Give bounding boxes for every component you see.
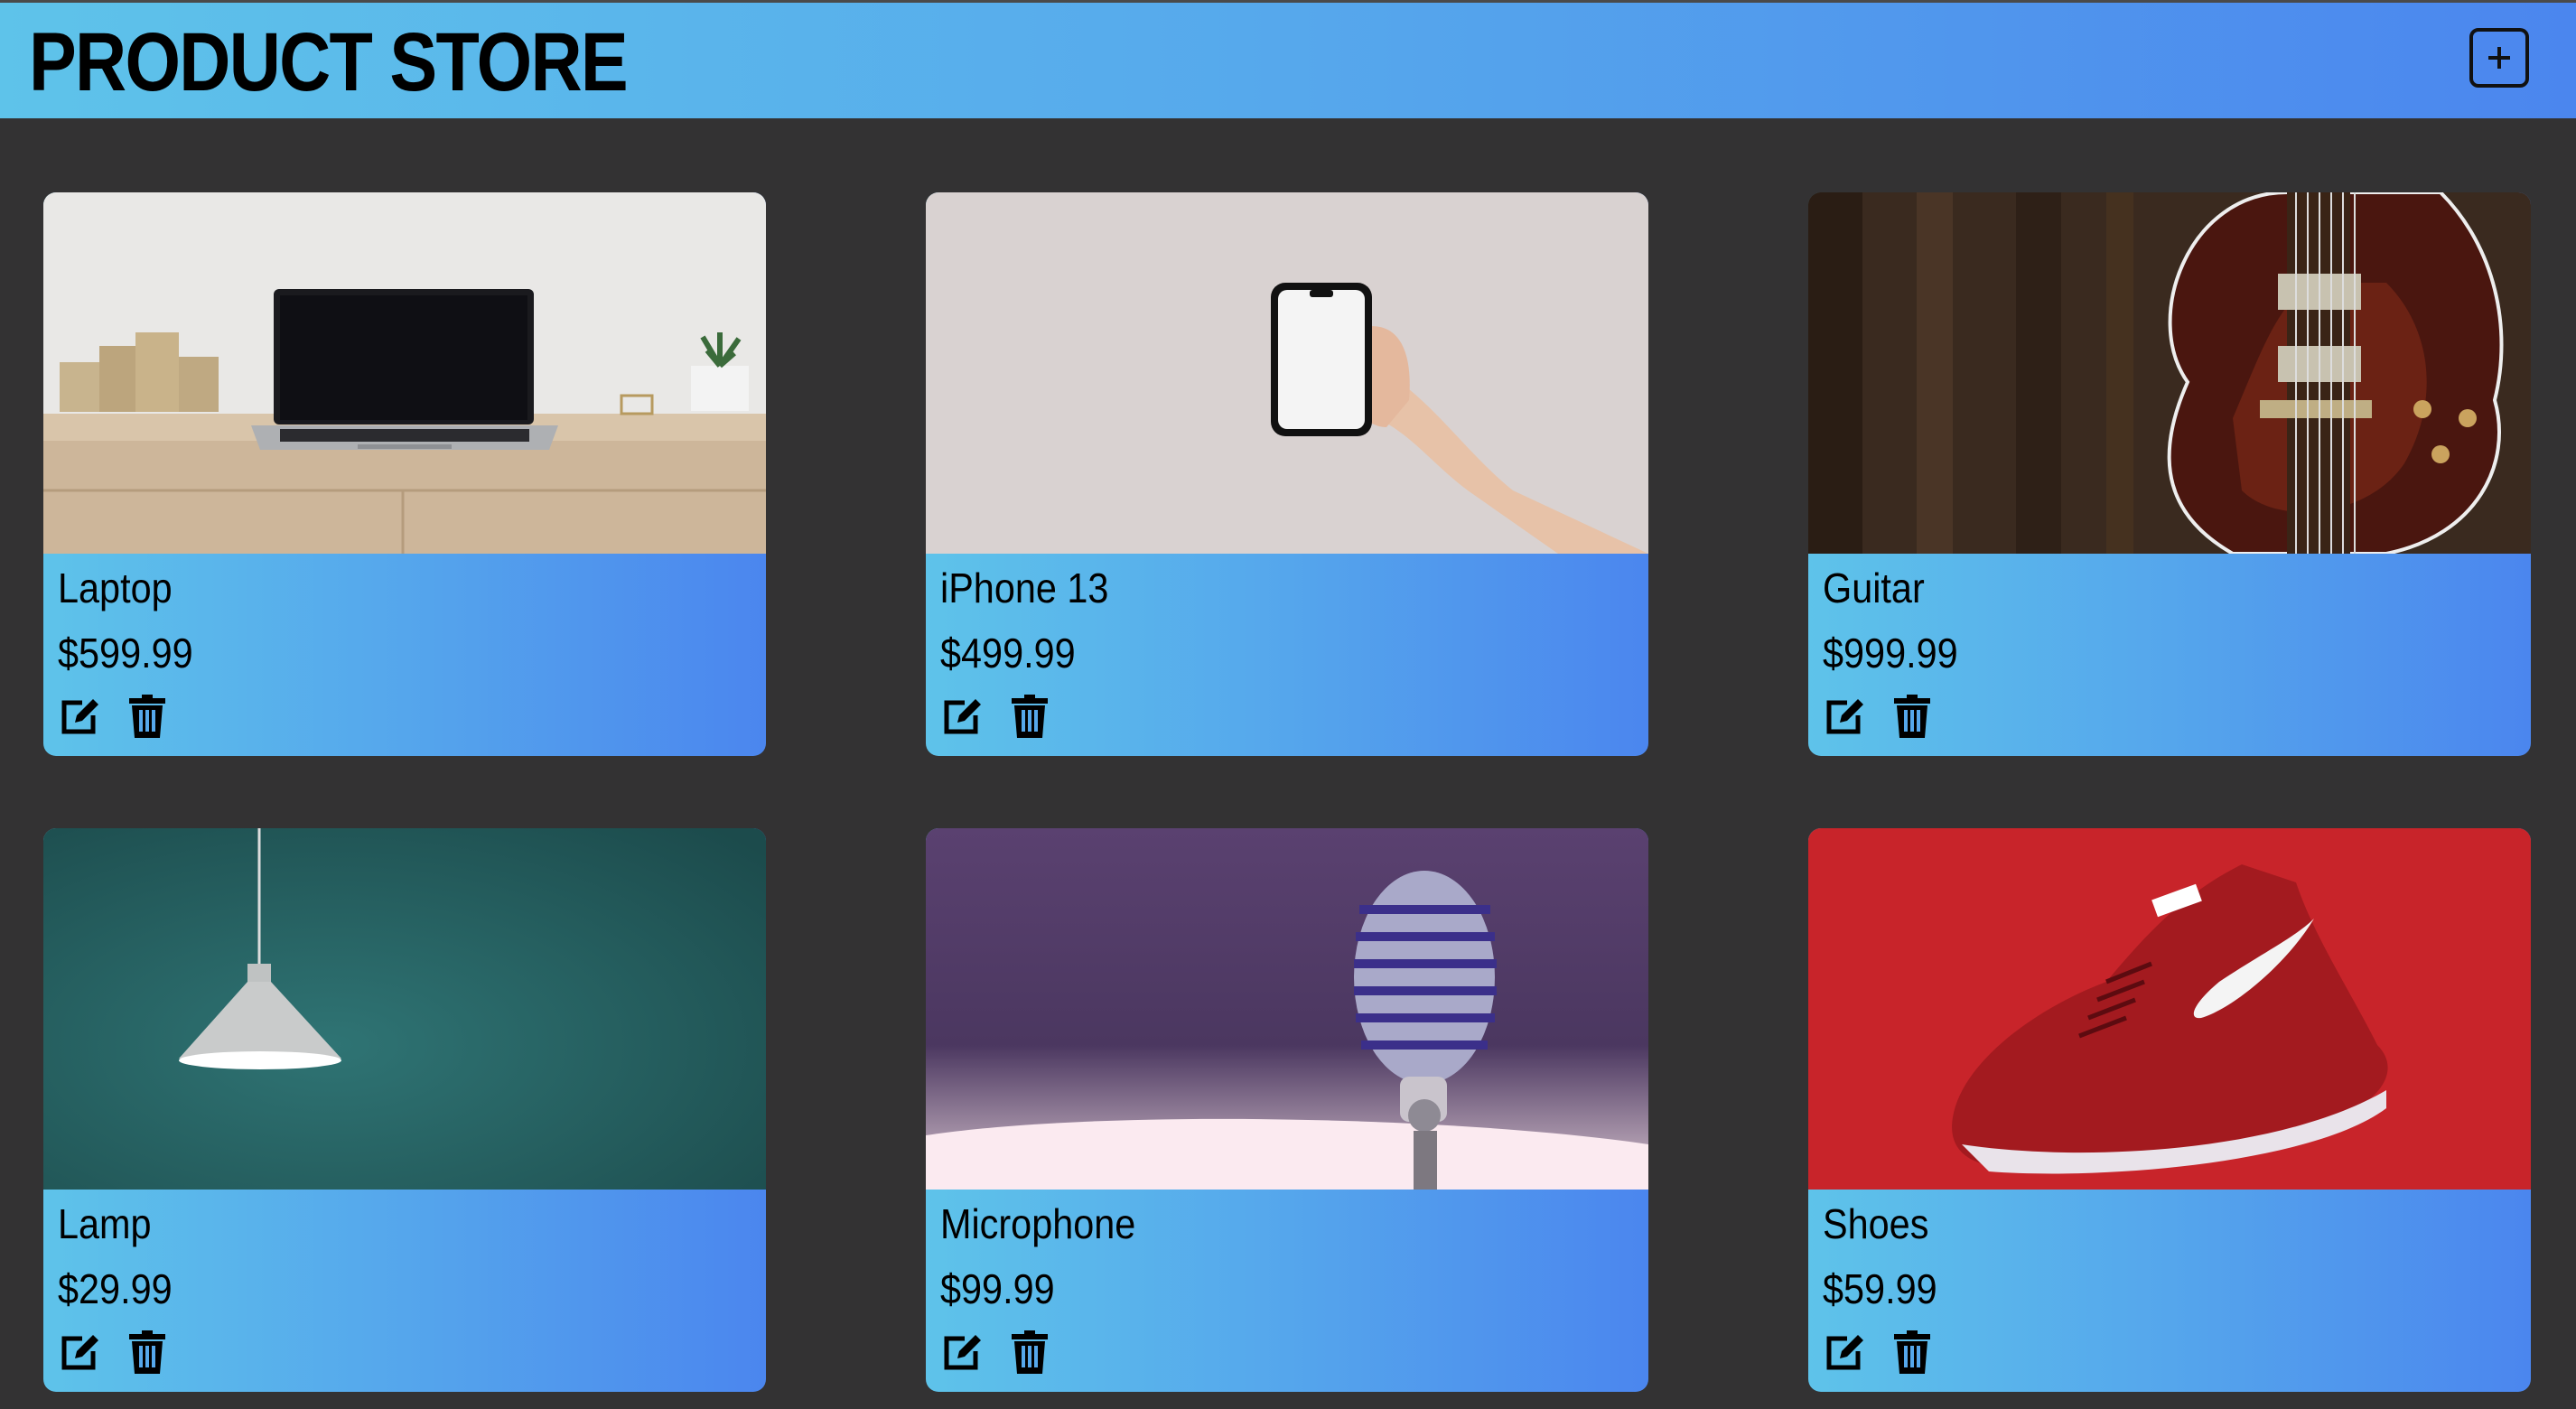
trash-icon [1012,695,1048,738]
trash-icon [1894,1330,1930,1374]
plus-icon [2488,47,2510,69]
product-card: Guitar $999.99 [1808,192,2531,756]
edit-button[interactable] [940,1330,985,1375]
product-price: $499.99 [940,630,1076,677]
delete-button[interactable] [1890,694,1935,739]
edit-icon [61,699,98,734]
product-price: $999.99 [1823,630,1958,677]
product-price: $599.99 [58,630,193,677]
product-name: Guitar [1823,565,1925,611]
product-card: iPhone 13 $499.99 [926,192,1648,756]
product-actions [940,694,1052,739]
edit-button[interactable] [58,1330,103,1375]
product-image-phone [926,192,1648,554]
product-image-guitar [1808,192,2531,554]
product-image-lamp [43,828,766,1190]
delete-button[interactable] [1890,1330,1935,1375]
product-actions [1823,694,1935,739]
edit-button[interactable] [1823,1330,1868,1375]
product-name: Lamp [58,1200,152,1247]
product-price: $59.99 [1823,1265,1937,1312]
edit-icon [1826,1335,1863,1370]
trash-icon [129,1330,165,1374]
delete-button[interactable] [125,1330,170,1375]
product-name: Laptop [58,565,173,611]
trash-icon [129,695,165,738]
edit-button[interactable] [58,694,103,739]
product-actions [58,694,170,739]
product-image-shoes [1808,828,2531,1190]
edit-icon [61,1335,98,1370]
product-card: Laptop $599.99 [43,192,766,756]
product-card: Shoes $59.99 [1808,828,2531,1392]
product-image-laptop [43,192,766,554]
add-product-button[interactable] [2469,28,2529,88]
product-card: Microphone $99.99 [926,828,1648,1392]
edit-icon [944,699,981,734]
product-name: Shoes [1823,1200,1929,1247]
product-name: Microphone [940,1200,1136,1247]
product-price: $29.99 [58,1265,173,1312]
product-image-microphone [926,828,1648,1190]
edit-icon [944,1335,981,1370]
store-title: PRODUCT STORE [29,16,629,108]
edit-icon [1826,699,1863,734]
edit-button[interactable] [1823,694,1868,739]
trash-icon [1894,695,1930,738]
trash-icon [1012,1330,1048,1374]
product-actions [940,1330,1052,1375]
edit-button[interactable] [940,694,985,739]
product-actions [1823,1330,1935,1375]
product-actions [58,1330,170,1375]
delete-button[interactable] [125,694,170,739]
delete-button[interactable] [1007,1330,1052,1375]
top-bar: PRODUCT STORE [0,0,2576,118]
product-name: iPhone 13 [940,565,1109,611]
delete-button[interactable] [1007,694,1052,739]
product-price: $99.99 [940,1265,1055,1312]
product-card: Lamp $29.99 [43,828,766,1392]
